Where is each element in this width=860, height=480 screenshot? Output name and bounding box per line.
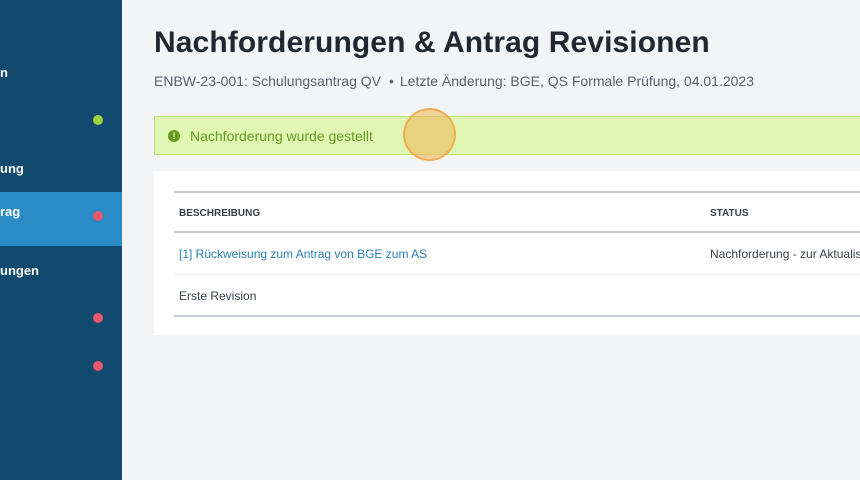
- status-dot-green: [93, 115, 103, 125]
- sidebar-item-label: n: [0, 65, 8, 80]
- sidebar-item-label: ungen: [0, 263, 39, 278]
- sidebar-item-2[interactable]: [0, 108, 122, 132]
- table-row: [1] Rückweisung zum Antrag von BGE zum A…: [174, 233, 860, 274]
- column-header-status: STATUS: [710, 208, 749, 219]
- sidebar-item-5[interactable]: ungen: [0, 259, 122, 283]
- revision-label: Erste Revision: [179, 289, 257, 303]
- revisions-table: BESCHREIBUNG STATUS [1] Rückweisung zum …: [174, 191, 860, 317]
- alert-message: Nachforderung wurde gestellt: [190, 128, 373, 144]
- sidebar-item-1[interactable]: n: [0, 60, 122, 84]
- table-header: BESCHREIBUNG STATUS: [174, 193, 860, 233]
- sidebar-item-7[interactable]: [0, 356, 122, 380]
- column-header-description: BESCHREIBUNG: [179, 208, 261, 219]
- page-meta: ENBW-23-001: Schulungsantrag QV • Letzte Ä…: [154, 73, 754, 89]
- sidebar: n ung rag ungen: [0, 0, 122, 480]
- success-alert: ! Nachforderung wurde gestellt: [154, 116, 860, 155]
- row-status: Nachforderung - zur Aktualisi: [710, 247, 860, 261]
- revisions-card: BESCHREIBUNG STATUS [1] Rückweisung zum …: [154, 171, 860, 335]
- status-dot-red: [93, 211, 103, 221]
- click-indicator: [403, 108, 456, 161]
- status-dot-red: [93, 313, 103, 323]
- sidebar-item-3[interactable]: ung: [0, 157, 122, 181]
- last-change: Letzte Änderung: BGE, QS Formale Prüfung…: [399, 73, 754, 89]
- application-id: ENBW-23-001: Schulungsantrag QV: [154, 73, 381, 89]
- sidebar-item-label: ung: [0, 161, 24, 176]
- meta-separator: •: [388, 73, 394, 89]
- revision-link[interactable]: [1] Rückweisung zum Antrag von BGE zum A…: [179, 247, 427, 261]
- table-row: Erste Revision: [174, 274, 860, 315]
- page-title: Nachforderungen & Antrag Revisionen: [154, 26, 710, 59]
- sidebar-item-label: rag: [0, 204, 21, 219]
- sidebar-item-6[interactable]: [0, 308, 122, 332]
- sidebar-item-active[interactable]: rag: [0, 192, 122, 246]
- status-dot-red: [93, 361, 103, 371]
- exclamation-circle-icon: !: [168, 130, 180, 142]
